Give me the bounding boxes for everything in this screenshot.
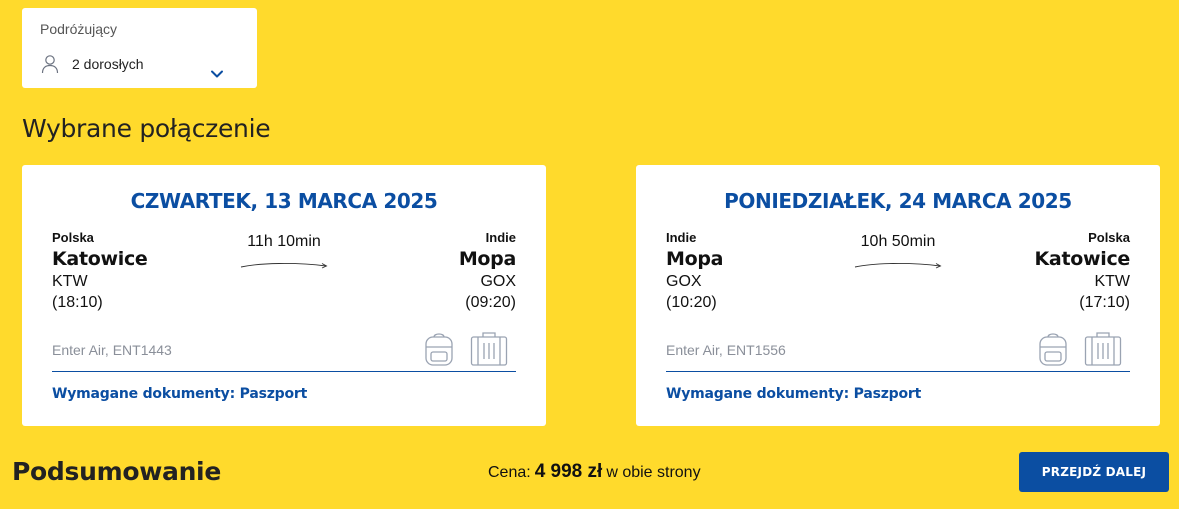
required-documents: Wymagane dokumenty: Paszport <box>666 386 922 402</box>
departure-city: Katowice <box>52 248 148 270</box>
next-button[interactable]: PRZEJDŹ DALEJ <box>1019 452 1169 492</box>
suitcase-icon <box>1084 332 1122 366</box>
divider <box>52 371 516 372</box>
backpack-icon <box>1039 333 1067 366</box>
suitcase-icon <box>470 332 508 366</box>
arrival-city: Katowice <box>1034 248 1131 270</box>
departure-code: KTW <box>52 273 88 290</box>
backpack-icon <box>425 333 453 366</box>
flight-card-return: PONIEDZIAŁEK, 24 MARCA 2025 Indie Mopa G… <box>636 165 1160 426</box>
divider <box>666 371 1130 372</box>
arrival-code: GOX <box>480 273 516 290</box>
selected-connection-title: Wybrane połączenie <box>22 114 271 143</box>
flight-arrow-icon <box>854 263 942 269</box>
departure-time: (10:20) <box>666 294 717 311</box>
departure-city: Mopa <box>666 248 724 270</box>
arrival-info: Polska Katowice KTW (17:10) <box>1035 230 1131 313</box>
arrival-info: Indie Mopa GOX (09:20) <box>459 230 516 313</box>
arrival-country: Polska <box>1088 230 1130 245</box>
arrival-code: KTW <box>1094 273 1130 290</box>
price-suffix: w obie strony <box>606 464 701 481</box>
airline-flight-number: Enter Air, ENT1443 <box>52 342 172 358</box>
arrival-time: (17:10) <box>1079 294 1130 311</box>
required-documents: Wymagane dokumenty: Paszport <box>52 386 308 402</box>
chevron-down-icon[interactable] <box>209 66 225 82</box>
airline-flight-number: Enter Air, ENT1556 <box>666 342 786 358</box>
price-prefix: Cena: <box>488 464 531 481</box>
arrival-time: (09:20) <box>465 294 516 311</box>
travelers-value: 2 dorosłych <box>72 56 144 72</box>
flight-arrow-icon <box>240 263 328 269</box>
arrival-country: Indie <box>485 230 516 245</box>
person-icon <box>41 55 59 74</box>
flight-card-outbound: CZWARTEK, 13 MARCA 2025 Polska Katowice … <box>22 165 546 426</box>
summary-title: Podsumowanie <box>12 457 221 486</box>
arrival-city: Mopa <box>458 248 516 270</box>
departure-code: GOX <box>666 273 702 290</box>
travelers-label: Podróżujący <box>40 21 118 37</box>
departure-time: (18:10) <box>52 294 103 311</box>
price-summary: Cena: 4 998 zł w obie strony <box>488 461 701 483</box>
flight-date: PONIEDZIAŁEK, 24 MARCA 2025 <box>724 189 1072 213</box>
flight-date: CZWARTEK, 13 MARCA 2025 <box>130 189 438 213</box>
price-amount: 4 998 zł <box>534 461 603 482</box>
travelers-dropdown[interactable]: Podróżujący 2 dorosłych <box>22 8 257 88</box>
